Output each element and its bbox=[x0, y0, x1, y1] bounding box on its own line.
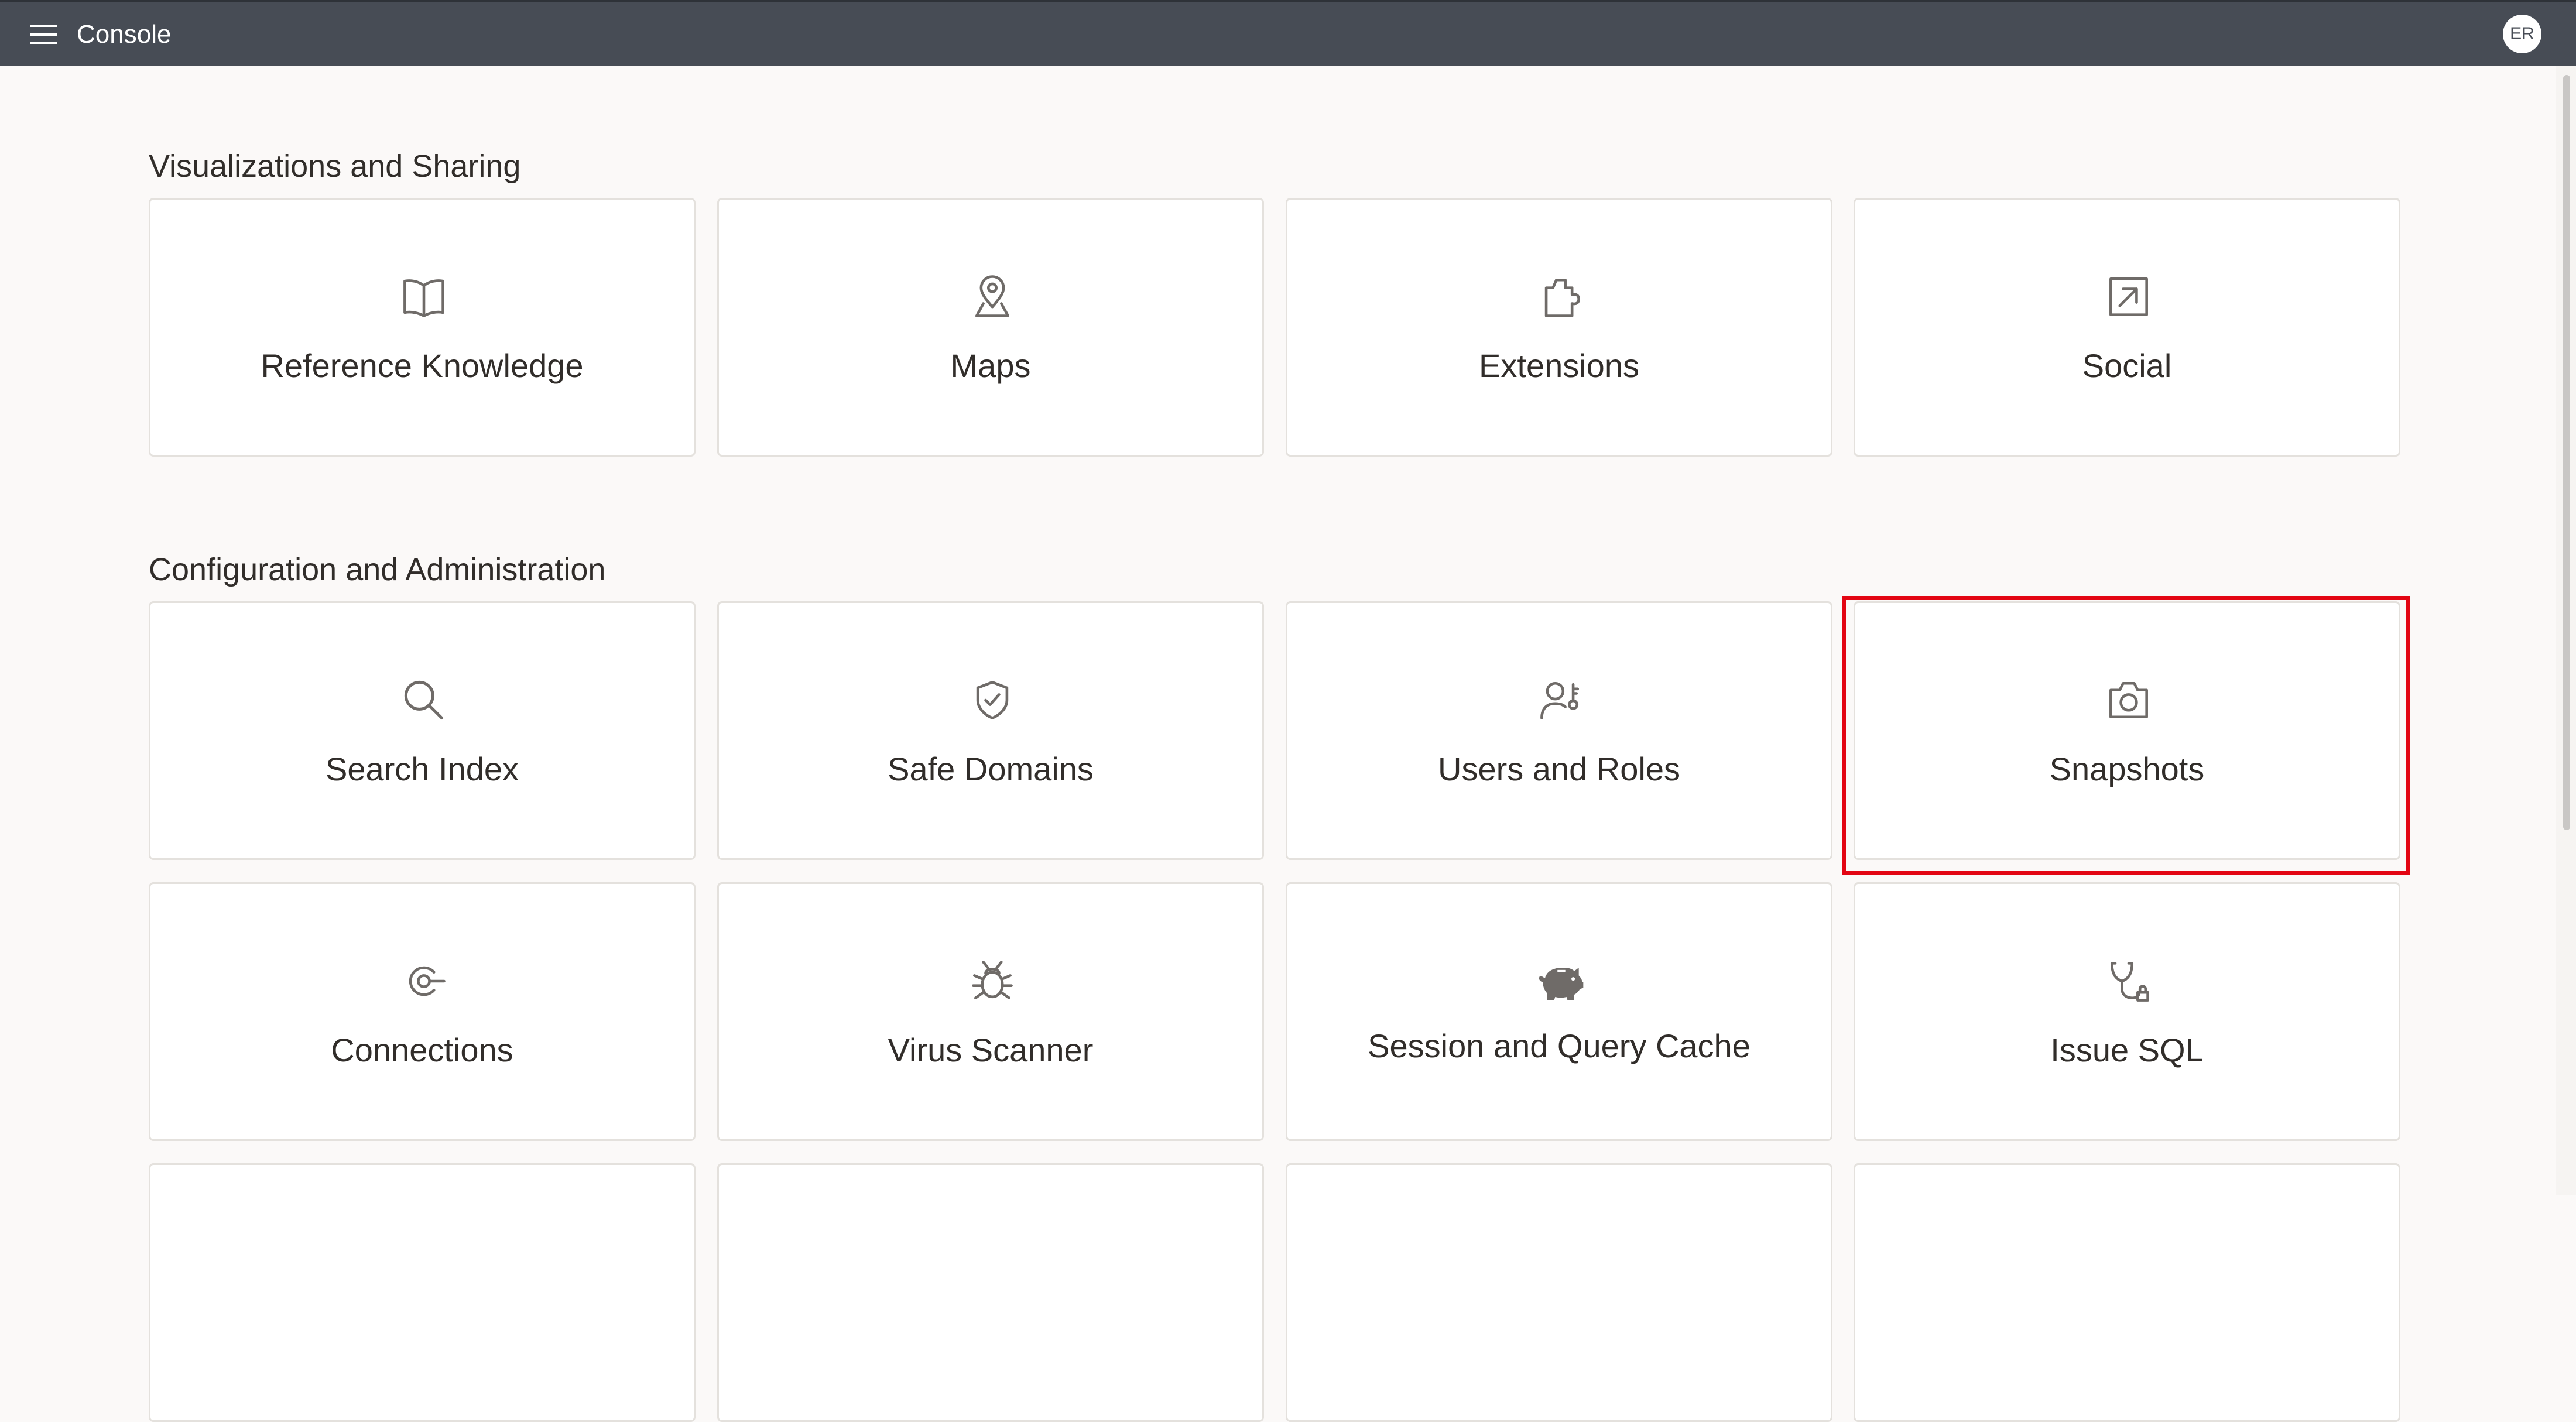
hamburger-menu-icon bbox=[30, 25, 57, 44]
puzzle-piece-icon bbox=[1534, 270, 1588, 324]
tile-issue-sql[interactable]: Issue SQL bbox=[1854, 882, 2400, 1141]
tile-social[interactable]: Social bbox=[1854, 198, 2400, 457]
bug-icon bbox=[965, 954, 1019, 1008]
section-title-visualizations: Visualizations and Sharing bbox=[149, 149, 521, 184]
connection-icon bbox=[397, 954, 451, 1008]
tile-partial[interactable] bbox=[1854, 1163, 2400, 1422]
tile-label: Extensions bbox=[1479, 347, 1639, 384]
share-arrow-icon bbox=[2102, 270, 2156, 324]
tile-virus-scanner[interactable]: Virus Scanner bbox=[717, 882, 1264, 1141]
tile-safe-domains[interactable]: Safe Domains bbox=[717, 601, 1264, 860]
section-title-configuration: Configuration and Administration bbox=[149, 552, 606, 587]
tile-label: Users and Roles bbox=[1438, 751, 1680, 787]
tile-label: Social bbox=[2082, 347, 2172, 384]
tile-label: Issue SQL bbox=[2050, 1032, 2204, 1068]
shield-check-icon bbox=[965, 673, 1019, 727]
user-key-icon bbox=[1534, 673, 1588, 727]
tile-users-and-roles[interactable]: Users and Roles bbox=[1286, 601, 1832, 860]
piggy-bank-icon bbox=[1534, 954, 1588, 1008]
tile-label: Reference Knowledge bbox=[261, 347, 584, 384]
app-title: Console bbox=[77, 20, 172, 49]
book-icon bbox=[397, 270, 451, 324]
tile-label: Safe Domains bbox=[888, 751, 1094, 787]
top-bar: Console ER bbox=[0, 0, 2576, 66]
tile-extensions[interactable]: Extensions bbox=[1286, 198, 1832, 457]
page-scrollbar[interactable] bbox=[2556, 66, 2576, 1195]
scrollbar-thumb[interactable] bbox=[2563, 75, 2570, 830]
tile-connections[interactable]: Connections bbox=[149, 882, 696, 1141]
tile-reference-knowledge[interactable]: Reference Knowledge bbox=[149, 198, 696, 457]
user-avatar[interactable]: ER bbox=[2503, 15, 2541, 53]
snapshots-highlight-box bbox=[1842, 596, 2410, 875]
tile-search-index[interactable]: Search Index bbox=[149, 601, 696, 860]
main-menu-button[interactable] bbox=[22, 17, 64, 52]
search-icon bbox=[397, 673, 451, 727]
tile-maps[interactable]: Maps bbox=[717, 198, 1264, 457]
tile-partial[interactable] bbox=[717, 1163, 1264, 1422]
tile-session-and-query-cache[interactable]: Session and Query Cache bbox=[1286, 882, 1832, 1141]
tile-label: Search Index bbox=[326, 751, 519, 787]
tile-label: Session and Query Cache bbox=[1368, 1027, 1751, 1064]
tile-partial[interactable] bbox=[149, 1163, 696, 1422]
tile-label: Maps bbox=[950, 347, 1031, 384]
tile-label: Connections bbox=[331, 1032, 513, 1068]
map-pin-icon bbox=[965, 270, 1019, 324]
stethoscope-icon bbox=[2102, 954, 2156, 1008]
tile-partial[interactable] bbox=[1286, 1163, 1832, 1422]
tile-label: Virus Scanner bbox=[888, 1032, 1094, 1068]
